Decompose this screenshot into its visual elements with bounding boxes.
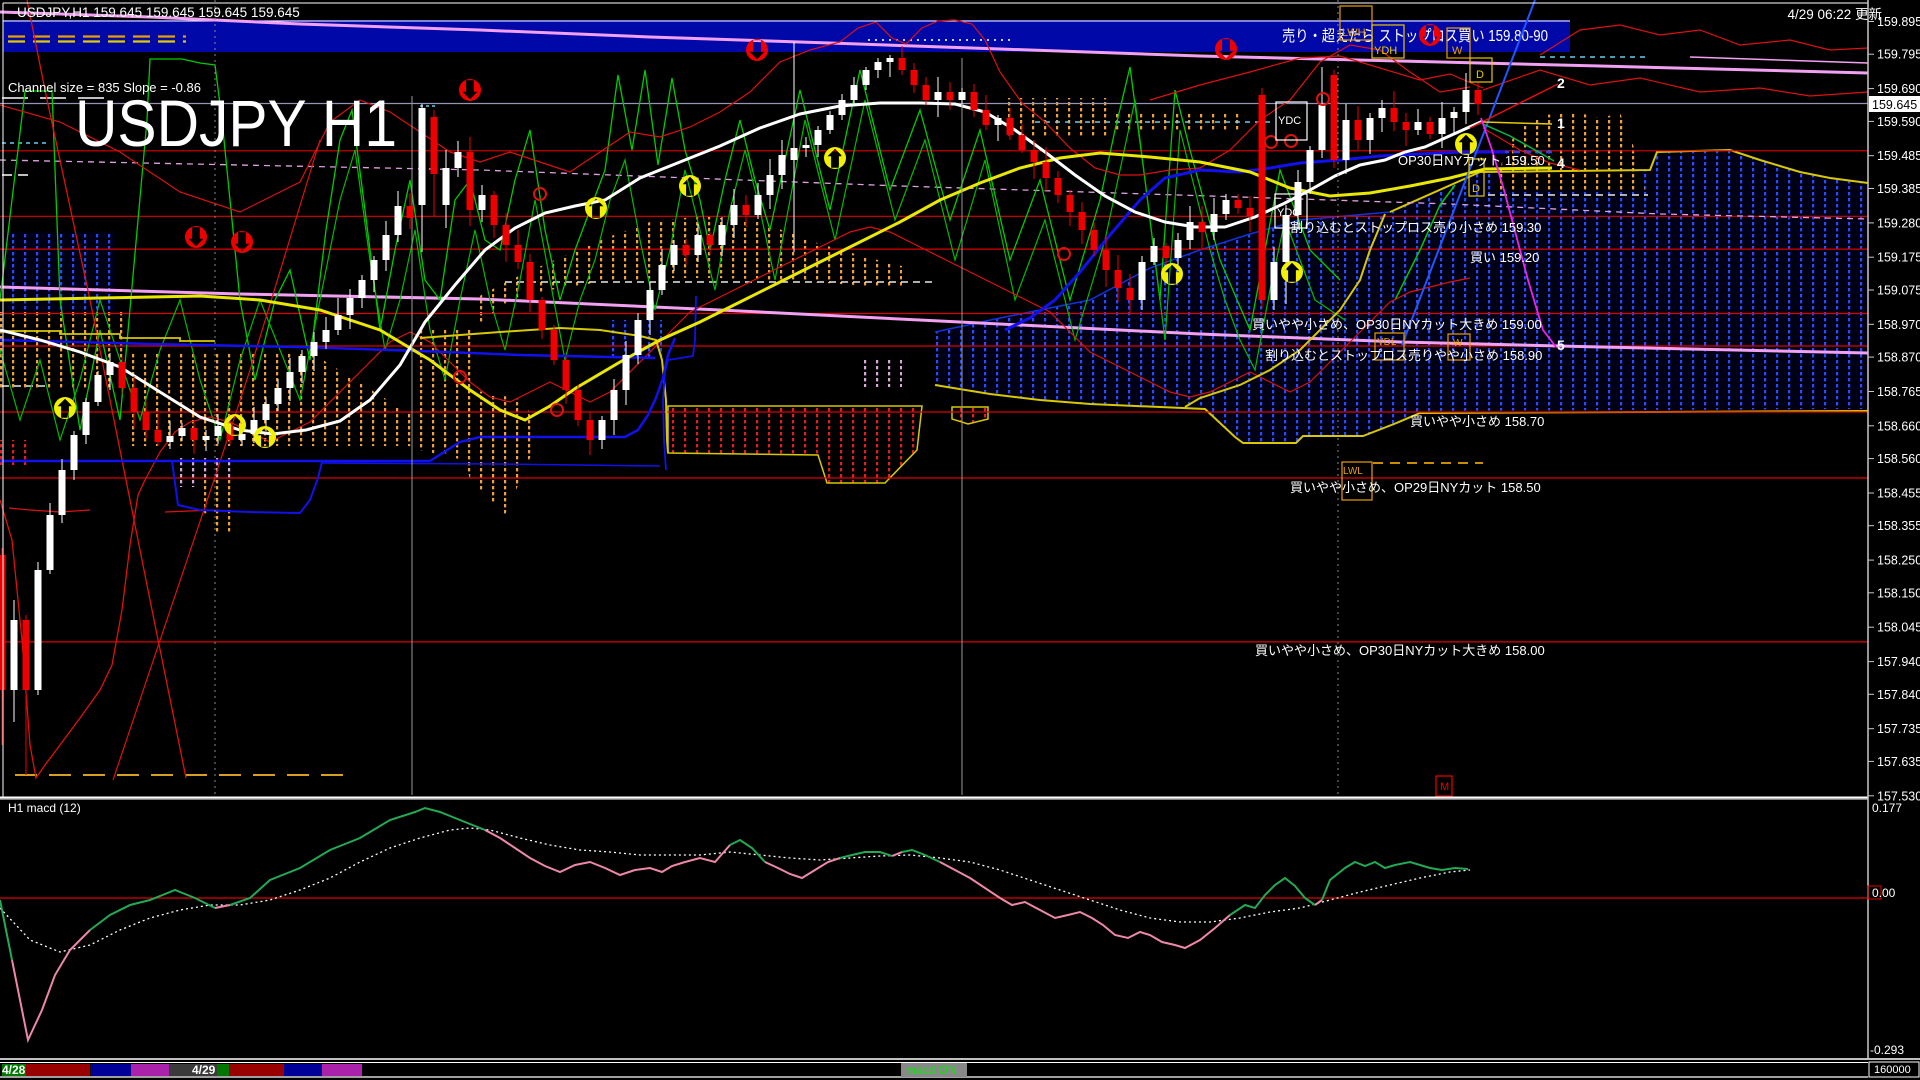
svg-text:買いやや小さめ、OP29日NYカット 158.50: 買いやや小さめ、OP29日NYカット 158.50: [1290, 480, 1541, 495]
svg-text:160000: 160000: [1874, 1064, 1911, 1076]
svg-text:157.940: 157.940: [1877, 655, 1920, 669]
svg-text:158.660: 158.660: [1877, 419, 1920, 433]
svg-text:158.870: 158.870: [1877, 351, 1920, 365]
svg-text:買いやや小さめ 158.70: 買いやや小さめ 158.70: [1410, 414, 1544, 429]
svg-text:YDH: YDH: [1374, 45, 1397, 57]
svg-text:159.895: 159.895: [1877, 15, 1920, 29]
svg-text:D: D: [1472, 183, 1480, 195]
svg-text:157.735: 157.735: [1877, 722, 1920, 736]
svg-text:159.280: 159.280: [1877, 216, 1920, 230]
svg-text:157.840: 157.840: [1877, 688, 1920, 702]
svg-text:D: D: [1476, 69, 1484, 81]
svg-text:159.385: 159.385: [1877, 182, 1920, 196]
svg-text:USDJPY,H1 159.645 159.645 159: USDJPY,H1 159.645 159.645 159.645 159.64…: [17, 5, 300, 20]
svg-text:159.175: 159.175: [1877, 251, 1920, 265]
svg-text:LWH: LWH: [1342, 27, 1366, 39]
svg-text:158.455: 158.455: [1877, 487, 1920, 501]
svg-text:YDC: YDC: [1278, 115, 1301, 127]
svg-text:YDO: YDO: [1277, 207, 1301, 219]
svg-text:LWL: LWL: [1343, 466, 1363, 477]
svg-text:4/28: 4/28: [2, 1063, 26, 1077]
svg-text:5: 5: [1557, 337, 1565, 353]
svg-text:0.177: 0.177: [1872, 801, 1902, 815]
svg-text:OP30日NYカット 159.50: OP30日NYカット 159.50: [1398, 153, 1545, 168]
svg-text:159.645: 159.645: [1872, 98, 1917, 112]
svg-text:売り・超えたら ストップロス買い 159.80-90: 売り・超えたら ストップロス買い 159.80-90: [1282, 27, 1548, 45]
svg-text:159.690: 159.690: [1877, 82, 1920, 96]
svg-text:0.00: 0.00: [1872, 886, 1896, 900]
svg-text:158.355: 158.355: [1877, 519, 1920, 533]
svg-text:157.635: 157.635: [1877, 755, 1920, 769]
svg-text:158.250: 158.250: [1877, 554, 1920, 568]
svg-text:買いやや小さめ、OP30日NYカット大きめ 159.00: 買いやや小さめ、OP30日NYカット大きめ 159.00: [1252, 317, 1542, 332]
svg-text:-0.293: -0.293: [1870, 1043, 1904, 1057]
svg-text:1: 1: [1557, 115, 1565, 131]
svg-text:4/29: 4/29: [192, 1063, 216, 1077]
svg-text:W: W: [1452, 45, 1463, 57]
svg-text:買いやや小さめ、OP30日NYカット大きめ 158.00: 買いやや小さめ、OP30日NYカット大きめ 158.00: [1255, 643, 1545, 658]
svg-text:159.075: 159.075: [1877, 284, 1920, 298]
svg-text:4: 4: [1557, 155, 1565, 171]
svg-text:USDJPY H1: USDJPY H1: [75, 86, 397, 160]
svg-text:YDL: YDL: [1377, 337, 1397, 348]
svg-text:158.560: 158.560: [1877, 452, 1920, 466]
svg-text:158.045: 158.045: [1877, 621, 1920, 635]
svg-text:159.795: 159.795: [1877, 48, 1920, 62]
svg-text:M: M: [1440, 781, 1449, 793]
svg-text:158.970: 158.970: [1877, 318, 1920, 332]
svg-text:2: 2: [1557, 75, 1565, 91]
svg-text:割り込むとストップロス売りやや小さめ 158.90: 割り込むとストップロス売りやや小さめ 158.90: [1265, 348, 1542, 363]
svg-text:macd ON: macd ON: [906, 1063, 957, 1077]
svg-text:割り込むとストップロス売り小さめ 159.30: 割り込むとストップロス売り小さめ 159.30: [1290, 220, 1541, 235]
svg-text:買い 159.20: 買い 159.20: [1470, 250, 1539, 265]
svg-text:159.485: 159.485: [1877, 149, 1920, 163]
svg-text:159.590: 159.590: [1877, 115, 1920, 129]
svg-text:158.150: 158.150: [1877, 586, 1920, 600]
svg-text:158.765: 158.765: [1877, 385, 1920, 399]
svg-text:H1 macd (12): H1 macd (12): [8, 801, 81, 815]
